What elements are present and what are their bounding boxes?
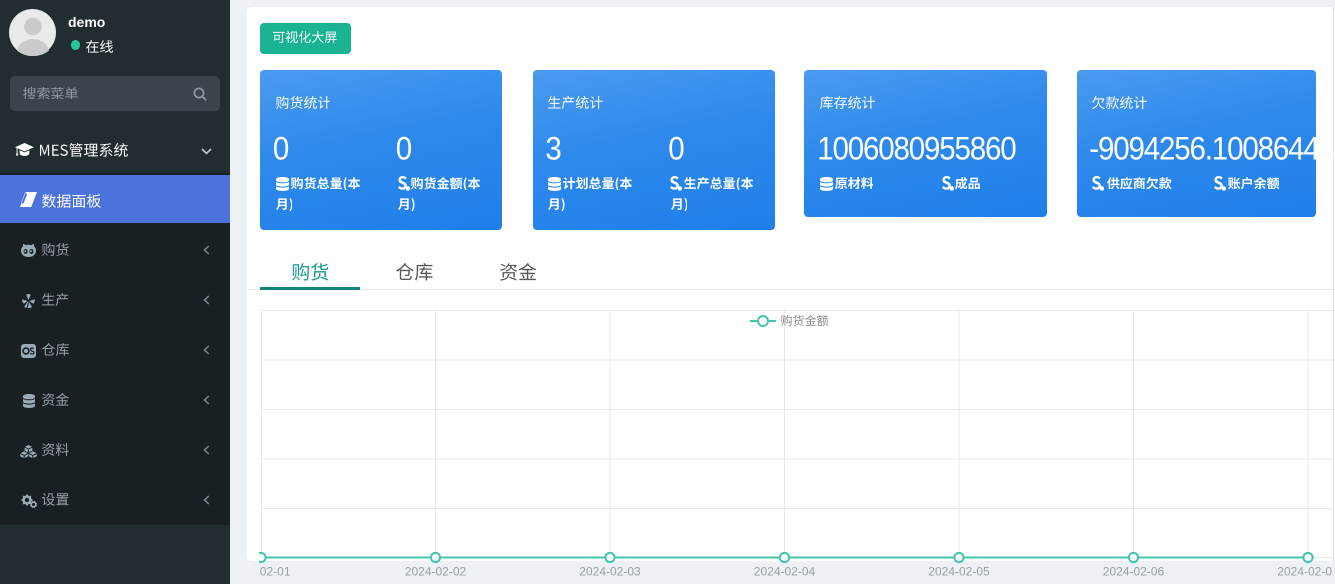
svg-text:2024-02-04: 2024-02-04 xyxy=(754,565,816,579)
svg-text:02-01: 02-01 xyxy=(260,565,291,579)
svg-text:2024-02-06: 2024-02-06 xyxy=(1103,565,1165,579)
svg-text:2024-02-02: 2024-02-02 xyxy=(405,565,467,579)
svg-text:2024-02-03: 2024-02-03 xyxy=(579,565,641,579)
svg-text:2024-02-07: 2024-02-07 xyxy=(1277,565,1333,579)
svg-text:2024-02-05: 2024-02-05 xyxy=(928,565,990,579)
